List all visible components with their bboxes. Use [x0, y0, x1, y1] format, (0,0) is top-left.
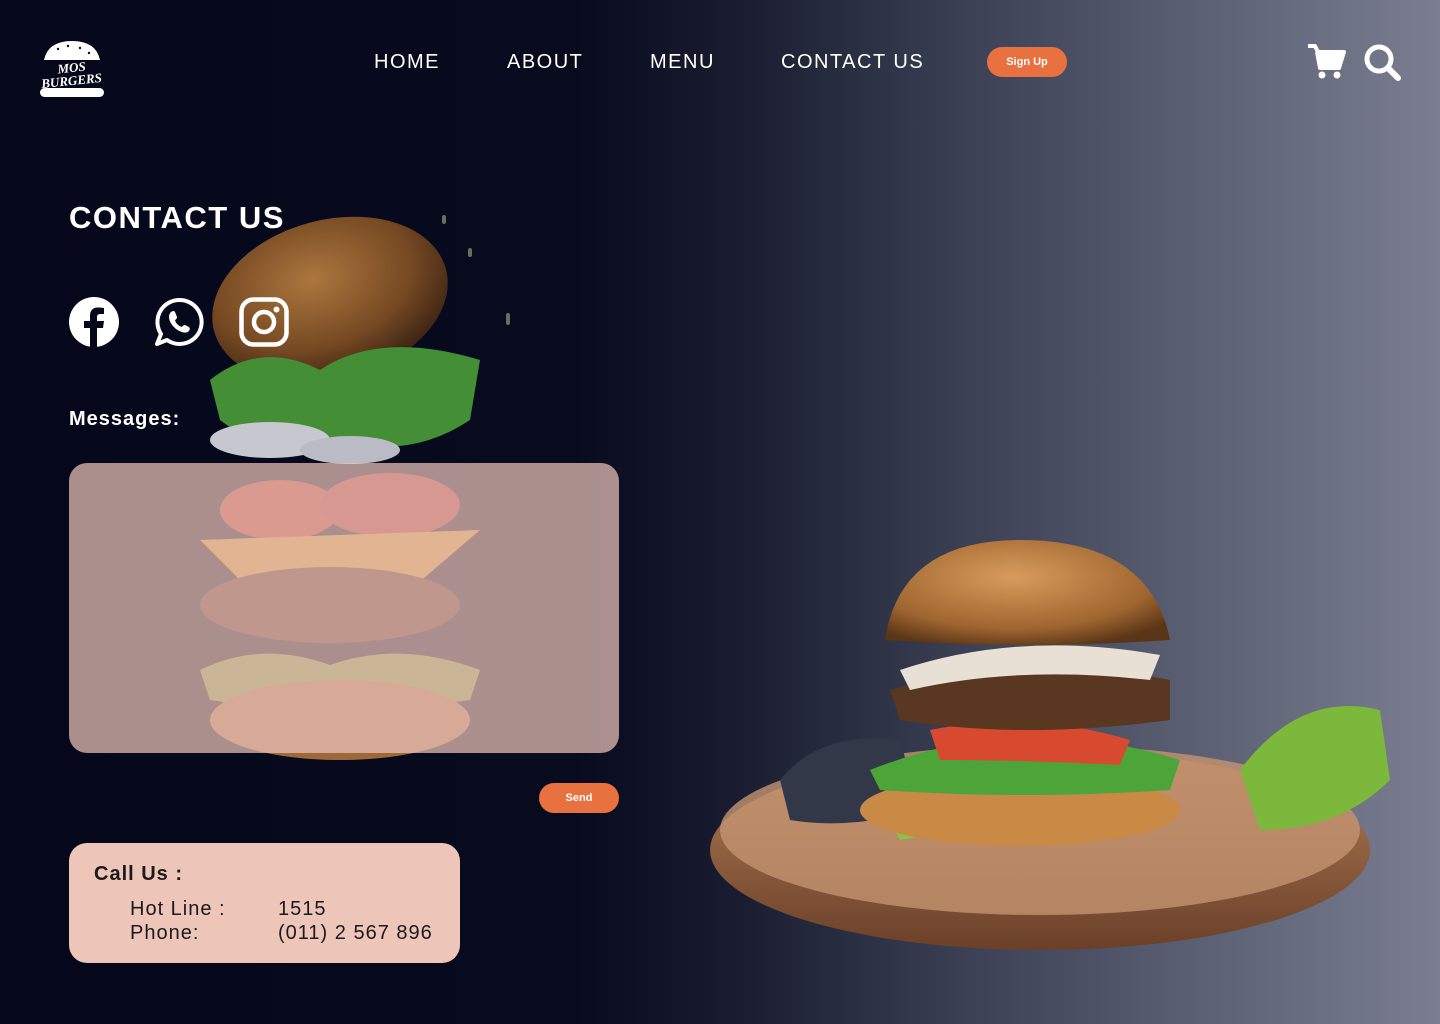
plated-burger-image: [710, 540, 1390, 950]
send-button[interactable]: Send: [539, 783, 619, 813]
message-textarea[interactable]: [69, 463, 619, 753]
hotline-value: 1515: [278, 898, 327, 920]
nav-contact-us[interactable]: CONTACT US: [781, 49, 924, 75]
nav-home[interactable]: HOME: [374, 49, 440, 75]
messages-label: Messages:: [69, 408, 181, 430]
sign-up-button[interactable]: Sign Up: [987, 47, 1067, 77]
phone-row: Phone: (011) 2 567 896: [130, 921, 433, 945]
call-us-card: Call Us : Hot Line : 1515 Phone: (011) 2 5…: [69, 843, 460, 963]
mos-burgers-logo[interactable]: MOS BURGERS: [34, 38, 110, 100]
search-icon[interactable]: [1362, 42, 1402, 82]
nav-about[interactable]: ABOUT: [507, 49, 583, 75]
instagram-icon[interactable]: [239, 297, 289, 347]
facebook-icon[interactable]: [69, 297, 119, 347]
hotline-row: Hot Line : 1515: [130, 897, 327, 921]
phone-label: Phone:: [130, 922, 200, 944]
call-us-title: Call Us :: [94, 863, 184, 885]
cart-icon[interactable]: [1306, 42, 1346, 82]
phone-value: (011) 2 567 896: [278, 922, 433, 944]
nav-menu[interactable]: MENU: [650, 49, 715, 75]
hotline-label: Hot Line :: [130, 898, 226, 920]
page-title: CONTACT US: [69, 200, 285, 235]
whatsapp-icon[interactable]: [154, 297, 204, 347]
